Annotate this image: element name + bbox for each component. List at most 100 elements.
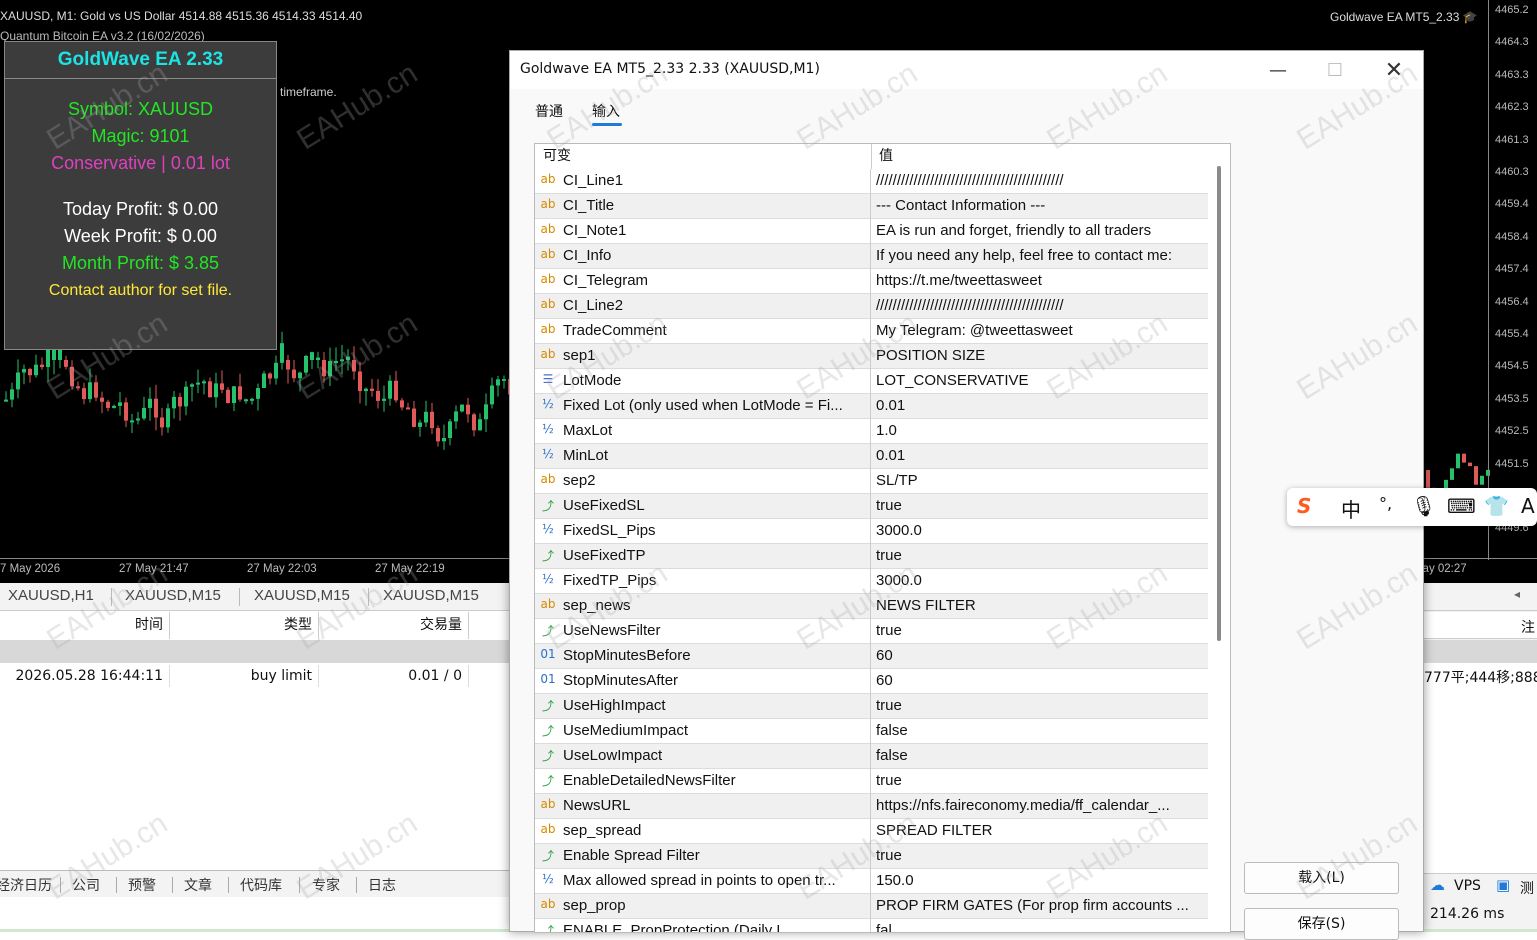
sogou-icon[interactable]: S (1297, 494, 1311, 518)
param-row[interactable]: ab TradeComment My Telegram: @tweettasweet (535, 319, 1209, 344)
ime-punctuation[interactable]: °, (1379, 494, 1392, 513)
param-name-cell[interactable]: ½ Fixed Lot (only used when LotMode = Fi.… (535, 394, 871, 419)
param-name-cell[interactable]: ab CI_Note1 (535, 219, 871, 244)
param-value[interactable]: 1.0 (876, 422, 1206, 439)
param-value[interactable]: 0.01 (876, 397, 1206, 414)
param-row[interactable]: ½ Fixed Lot (only used when LotMode = Fi.… (535, 394, 1209, 419)
param-name-cell[interactable]: ab CI_Line1 (535, 169, 871, 194)
param-name-cell[interactable]: ⤴ EnableDetailedNewsFilter (535, 769, 871, 794)
param-value[interactable]: https://t.me/tweettasweet (876, 272, 1206, 289)
shirt-icon[interactable]: 👕 (1484, 494, 1509, 518)
param-name-cell[interactable]: ab sep1 (535, 344, 871, 369)
chart-tab-1[interactable]: XAUUSD,H1 (8, 587, 94, 604)
param-value[interactable]: false (876, 722, 1206, 739)
param-value[interactable]: NEWS FILTER (876, 597, 1206, 614)
param-row[interactable]: ⤴ UseMediumImpact false (535, 719, 1209, 744)
tab-experts[interactable]: 专家 (312, 875, 340, 895)
param-row[interactable]: ⤴ UseHighImpact true (535, 694, 1209, 719)
param-value[interactable]: 60 (876, 672, 1206, 689)
col-variable[interactable]: 可变 (543, 144, 571, 169)
param-name-cell[interactable]: ⤴ UseLowImpact (535, 744, 871, 769)
param-row[interactable]: ab CI_Note1 EA is run and forget, friendly… (535, 219, 1209, 244)
maximize-button[interactable]: ☐ (1307, 51, 1363, 89)
param-name-cell[interactable]: ab sep_news (535, 594, 871, 619)
param-row[interactable]: ab sep_news NEWS FILTER (535, 594, 1209, 619)
param-row[interactable]: ab CI_Telegram https://t.me/tweettasweet (535, 269, 1209, 294)
param-row[interactable]: ½ Max allowed spread in points to open tr… (535, 869, 1209, 894)
param-row[interactable]: ½ MaxLot 1.0 (535, 419, 1209, 444)
param-name-cell[interactable]: ab sep_prop (535, 894, 871, 919)
param-name-cell[interactable]: ½ Max allowed spread in points to open tr… (535, 869, 871, 894)
param-row[interactable]: ab CI_Line2 //////////////////////////////… (535, 294, 1209, 319)
param-row[interactable]: ab sep_spread SPREAD FILTER (535, 819, 1209, 844)
tab-journal[interactable]: 日志 (368, 875, 396, 895)
param-row[interactable]: ab CI_Title --- Contact Information --- (535, 194, 1209, 219)
param-value[interactable]: 60 (876, 647, 1206, 664)
param-row[interactable]: ☰ LotMode LOT_CONSERVATIVE (535, 369, 1209, 394)
param-name-cell[interactable]: ⤴ UseHighImpact (535, 694, 871, 719)
minimize-button[interactable]: — (1250, 51, 1306, 89)
param-name-cell[interactable]: ½ MaxLot (535, 419, 871, 444)
param-value[interactable]: fal (876, 922, 1206, 932)
param-name-cell[interactable]: 01 StopMinutesBefore (535, 644, 871, 669)
param-row[interactable]: 01 StopMinutesBefore 60 (535, 644, 1209, 669)
param-name-cell[interactable]: ab CI_Telegram (535, 269, 871, 294)
chart-tab-2[interactable]: XAUUSD,M15 (125, 587, 221, 604)
ime-chinese-mode[interactable]: 中 (1341, 494, 1361, 523)
grid-scrollbar[interactable] (1208, 144, 1230, 932)
param-row[interactable]: 01 StopMinutesAfter 60 (535, 669, 1209, 694)
param-row[interactable]: ab sep_prop PROP FIRM GATES (For prop firm… (535, 894, 1209, 919)
param-row[interactable]: ab CI_Info If you need any help, feel free… (535, 244, 1209, 269)
param-value[interactable]: true (876, 497, 1206, 514)
param-value[interactable]: ////////////////////////////////////////… (876, 172, 1206, 189)
param-name-cell[interactable]: ab sep_spread (535, 819, 871, 844)
param-row[interactable]: ⤴ UseNewsFilter true (535, 619, 1209, 644)
param-row[interactable]: ½ MinLot 0.01 (535, 444, 1209, 469)
param-row[interactable]: ab sep2 SL/TP (535, 469, 1209, 494)
param-row[interactable]: ⤴ UseFixedTP true (535, 544, 1209, 569)
param-name-cell[interactable]: ½ MinLot (535, 444, 871, 469)
param-name-cell[interactable]: ab TradeComment (535, 319, 871, 344)
param-name-cell[interactable]: ½ FixedSL_Pips (535, 519, 871, 544)
param-name-cell[interactable]: ab CI_Line2 (535, 294, 871, 319)
param-name-cell[interactable]: 01 StopMinutesAfter (535, 669, 871, 694)
trade-volume[interactable]: 0.01 / 0 (319, 665, 469, 687)
test-label[interactable]: 测 (1520, 878, 1534, 898)
param-value[interactable]: If you need any help, feel free to conta… (876, 247, 1206, 264)
param-name-cell[interactable]: ab CI_Info (535, 244, 871, 269)
param-name-cell[interactable]: ab sep2 (535, 469, 871, 494)
param-name-cell[interactable]: ab CI_Title (535, 194, 871, 219)
param-value[interactable]: ////////////////////////////////////////… (876, 297, 1206, 314)
chart-tab-3[interactable]: XAUUSD,M15 (254, 587, 350, 604)
param-value[interactable]: PROP FIRM GATES (For prop firm accounts … (876, 897, 1206, 914)
param-row[interactable]: ⤴ ENABLE_PropProtection (Daily L... fal (535, 919, 1209, 932)
param-row[interactable]: ab NewsURL https://nfs.faireconomy.media/f… (535, 794, 1209, 819)
param-name-cell[interactable]: ab NewsURL (535, 794, 871, 819)
load-button[interactable]: 载入(L) (1244, 862, 1399, 894)
param-value[interactable]: https://nfs.faireconomy.media/ff_calenda… (876, 797, 1206, 814)
tab-common[interactable]: 普通 (535, 101, 563, 121)
param-name-cell[interactable]: ⤴ UseFixedSL (535, 494, 871, 519)
scrollbar-thumb[interactable] (1217, 166, 1221, 641)
close-button[interactable]: ✕ (1366, 51, 1422, 89)
param-value[interactable]: true (876, 547, 1206, 564)
ime-more[interactable]: A (1521, 494, 1535, 518)
col-time[interactable]: 时间 (0, 612, 170, 639)
tab-company[interactable]: 公司 (72, 875, 100, 895)
param-value[interactable]: 150.0 (876, 872, 1206, 889)
param-name-cell[interactable]: ⤴ ENABLE_PropProtection (Daily L... (535, 919, 871, 932)
param-value[interactable]: --- Contact Information --- (876, 197, 1206, 214)
param-value[interactable]: LOT_CONSERVATIVE (876, 372, 1206, 389)
param-row[interactable]: ½ FixedSL_Pips 3000.0 (535, 519, 1209, 544)
param-row[interactable]: ½ FixedTP_Pips 3000.0 (535, 569, 1209, 594)
param-row[interactable]: ⤴ UseFixedSL true (535, 494, 1209, 519)
tab-alerts[interactable]: 预警 (128, 875, 156, 895)
mic-icon[interactable]: 🎙 (1411, 494, 1436, 518)
param-value[interactable]: EA is run and forget, friendly to all tr… (876, 222, 1206, 239)
tab-inputs[interactable]: 输入 (592, 101, 620, 121)
chart-tab-4[interactable]: XAUUSD,M15 (383, 587, 479, 604)
param-row[interactable]: ⤴ EnableDetailedNewsFilter true (535, 769, 1209, 794)
param-name-cell[interactable]: ☰ LotMode (535, 369, 871, 394)
col-value[interactable]: 值 (879, 144, 893, 169)
dialog-titlebar[interactable]: Goldwave EA MT5_2.33 2.33 (XAUUSD,M1) — … (510, 51, 1423, 89)
